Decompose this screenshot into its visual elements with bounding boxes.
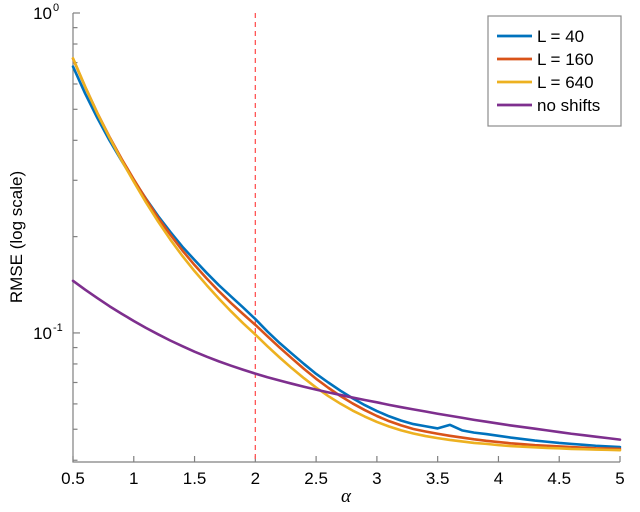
x-tick-label: 0.5 bbox=[61, 469, 85, 488]
svg-text:0: 0 bbox=[53, 2, 59, 14]
svg-text:-1: -1 bbox=[53, 322, 63, 334]
rmse-vs-alpha-chart: 0.5 1 1.5 2 2.5 3 3.5 4 4.5 5 10 010 -1 α RMSE (log… bbox=[7, 2, 625, 507]
svg-text:10: 10 bbox=[33, 4, 52, 23]
svg-text:RMSE (log scale): RMSE (log scale) bbox=[7, 171, 26, 303]
legend-label: no shifts bbox=[537, 96, 600, 115]
x-tick-label: 1.5 bbox=[183, 469, 207, 488]
svg-text:α: α bbox=[341, 486, 352, 507]
x-tick-label: 2.5 bbox=[304, 469, 328, 488]
legend-label: L = 40 bbox=[537, 27, 584, 46]
legend-label: L = 160 bbox=[537, 50, 594, 69]
chart-page: 0.5 1 1.5 2 2.5 3 3.5 4 4.5 5 10 0 10 -1 α RMSE (log… bbox=[0, 0, 640, 512]
x-tick-label: 5 bbox=[615, 469, 624, 488]
legend[interactable]: L = 40 L = 160 L = 640 no shifts bbox=[487, 15, 622, 127]
x-tick-label: 3 bbox=[372, 469, 381, 488]
x-axis-title: α bbox=[341, 486, 352, 507]
svg-text:10: 10 bbox=[33, 324, 52, 343]
x-tick-label: 1 bbox=[129, 469, 138, 488]
x-tick-label: 2 bbox=[251, 469, 260, 488]
y-tick-label: 10 0 bbox=[33, 2, 59, 23]
legend-label: L = 640 bbox=[537, 73, 594, 92]
y-tick-label: 10 -1 bbox=[33, 322, 63, 343]
x-tick-label: 4.5 bbox=[547, 469, 571, 488]
y-axis-title: RMSE (log scale) bbox=[7, 171, 26, 303]
x-tick-label: 3.5 bbox=[426, 469, 450, 488]
y-tick-labels: 10 010 -1 bbox=[33, 2, 63, 343]
x-tick-label: 4 bbox=[494, 469, 503, 488]
